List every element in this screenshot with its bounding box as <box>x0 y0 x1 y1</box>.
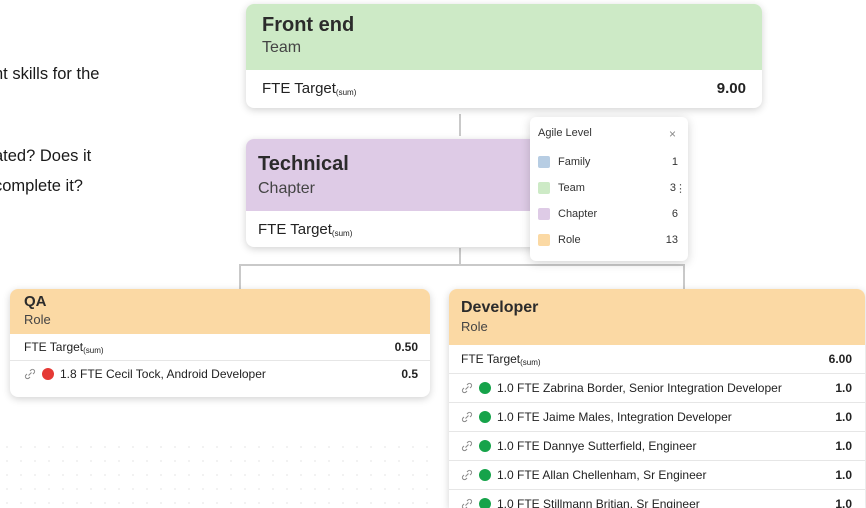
person-info: 1.0 FTE Dannye Sutterfield, Engineer <box>461 439 696 453</box>
fte-target-row: FTE Target(sum) <box>246 211 576 247</box>
fte-value: 0.50 <box>394 340 418 354</box>
close-icon[interactable]: × <box>669 127 676 141</box>
color-swatch <box>538 182 550 194</box>
person-info: 1.0 FTE Stillmann Britian, Sr Engineer <box>461 497 700 508</box>
link-icon[interactable] <box>461 498 473 508</box>
status-dot-icon <box>42 368 54 380</box>
link-icon[interactable] <box>461 382 473 394</box>
legend-item-label: Role <box>558 234 581 246</box>
legend-item-count: 6 <box>671 208 678 220</box>
connector-line <box>239 264 241 290</box>
legend-header: Agile Level × <box>530 117 688 149</box>
legend-item-family[interactable]: Family 1 <box>530 149 688 175</box>
person-label: 1.0 FTE Jaime Males, Integration Develop… <box>497 410 732 424</box>
color-swatch <box>538 208 550 220</box>
org-node-qa[interactable]: QA Role FTE Target(sum) 0.50 1.8 FTE Cec… <box>10 289 430 397</box>
person-fte-value: 1.0 <box>835 439 852 453</box>
fte-value: 9.00 <box>716 80 746 97</box>
node-header: Developer Role <box>449 289 865 345</box>
legend-item-team[interactable]: Team 3 ⋮ <box>530 175 688 201</box>
fte-target-row: FTE Target(sum) 6.00 <box>449 345 865 374</box>
node-title: Developer <box>461 299 539 316</box>
node-title: Front end <box>262 14 355 36</box>
node-title: Technical <box>258 153 349 175</box>
node-subtitle: Chapter <box>258 180 315 197</box>
legend-item-label: Family <box>558 156 591 168</box>
connector-line <box>239 264 685 266</box>
person-label: 1.0 FTE Dannye Sutterfield, Engineer <box>497 439 697 453</box>
person-info: 1.0 FTE Jaime Males, Integration Develop… <box>461 410 732 424</box>
link-icon[interactable] <box>24 368 36 380</box>
text-line: ated? Does it <box>0 147 92 165</box>
more-options-icon[interactable]: ⋮ <box>675 182 686 195</box>
person-label: 1.8 FTE Cecil Tock, Android Developer <box>60 367 266 381</box>
status-dot-icon <box>479 440 491 452</box>
node-header: QA Role <box>10 289 430 334</box>
link-icon[interactable] <box>461 469 473 481</box>
node-title: QA <box>24 293 47 310</box>
text-line: ht skills for the <box>0 65 100 83</box>
node-subtitle: Role <box>461 319 488 334</box>
legend-item-label: Team <box>558 182 585 194</box>
person-label: 1.0 FTE Zabrina Border, Senior Integrati… <box>497 381 782 395</box>
link-icon[interactable] <box>461 440 473 452</box>
org-node-front-end[interactable]: Front end Team FTE Target(sum) 9.00 <box>246 4 762 108</box>
canvas-dot-grid <box>0 440 440 508</box>
legend-panel: Agile Level × Family 1 Team 3 ⋮ Chapter … <box>530 117 688 261</box>
person-fte-value: 1.0 <box>835 497 852 508</box>
fte-target-row: FTE Target(sum) 9.00 <box>246 70 762 107</box>
legend-item-count: 1 <box>671 156 678 168</box>
person-info: 1.0 FTE Zabrina Border, Senior Integrati… <box>461 381 782 395</box>
node-header: Front end Team <box>246 4 762 70</box>
person-fte-value: 1.0 <box>835 381 852 395</box>
person-row[interactable]: 1.0 FTE Stillmann Britian, Sr Engineer 1… <box>449 490 865 508</box>
connector-line <box>683 264 685 290</box>
fte-label: FTE Target(sum) <box>461 352 541 367</box>
person-row[interactable]: 1.0 FTE Dannye Sutterfield, Engineer 1.0 <box>449 432 865 461</box>
status-dot-icon <box>479 382 491 394</box>
legend-item-label: Chapter <box>558 208 598 220</box>
person-label: 1.0 FTE Allan Chellenham, Sr Engineer <box>497 468 707 482</box>
fte-label: FTE Target(sum) <box>258 221 353 238</box>
person-fte-value: 1.0 <box>835 468 852 482</box>
fte-label: FTE Target(sum) <box>262 80 357 97</box>
person-row[interactable]: 1.0 FTE Allan Chellenham, Sr Engineer 1.… <box>449 461 865 490</box>
legend-item-count: 13 <box>665 234 678 246</box>
status-dot-icon <box>479 498 491 508</box>
legend-title: Agile Level <box>538 127 592 139</box>
color-swatch <box>538 234 550 246</box>
node-subtitle: Role <box>24 312 51 327</box>
status-dot-icon <box>479 469 491 481</box>
person-label: 1.0 FTE Stillmann Britian, Sr Engineer <box>497 497 700 508</box>
person-info: 1.0 FTE Allan Chellenham, Sr Engineer <box>461 468 706 482</box>
connector-line <box>459 114 461 136</box>
fte-label: FTE Target(sum) <box>24 340 104 355</box>
person-fte-value: 0.5 <box>401 367 418 381</box>
person-fte-value: 1.0 <box>835 410 852 424</box>
person-row[interactable]: 1.0 FTE Jaime Males, Integration Develop… <box>449 403 865 432</box>
person-row[interactable]: 1.8 FTE Cecil Tock, Android Developer 0.… <box>10 361 430 387</box>
person-row[interactable]: 1.0 FTE Zabrina Border, Senior Integrati… <box>449 374 865 403</box>
org-node-technical[interactable]: Technical Chapter FTE Target(sum) <box>246 139 576 247</box>
legend-item-role[interactable]: Role 13 <box>530 227 688 253</box>
color-swatch <box>538 156 550 168</box>
person-info: 1.8 FTE Cecil Tock, Android Developer <box>24 367 266 381</box>
text-line: complete it? <box>0 177 83 195</box>
link-icon[interactable] <box>461 411 473 423</box>
status-dot-icon <box>479 411 491 423</box>
org-node-developer[interactable]: Developer Role FTE Target(sum) 6.00 1.0 … <box>449 289 865 508</box>
node-subtitle: Team <box>262 39 302 56</box>
legend-item-chapter[interactable]: Chapter 6 <box>530 201 688 227</box>
node-header: Technical Chapter <box>246 139 576 211</box>
fte-target-row: FTE Target(sum) 0.50 <box>10 334 430 361</box>
fte-value: 6.00 <box>828 352 852 366</box>
